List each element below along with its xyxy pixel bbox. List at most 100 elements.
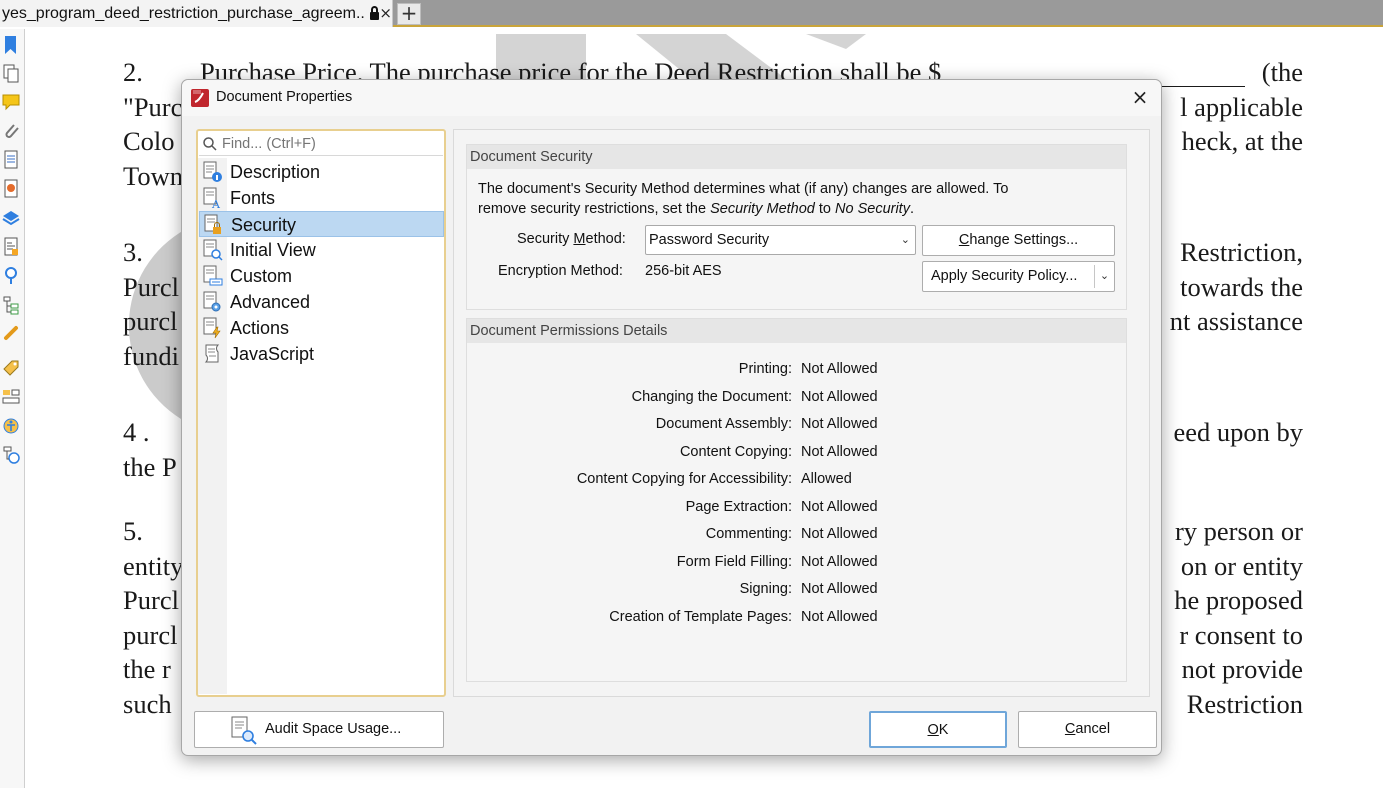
cancel-button[interactable]: Cancel xyxy=(1018,711,1157,748)
permission-value: Allowed xyxy=(801,471,852,487)
group-header: Document Permissions Details xyxy=(467,319,1126,343)
description-line: remove security restrictions, set the Se… xyxy=(478,201,914,217)
pdf-app-icon xyxy=(190,88,210,108)
nav-item-javascript[interactable]: JavaScript xyxy=(199,341,444,367)
structure-icon[interactable] xyxy=(2,295,20,315)
nav-item-label: Fonts xyxy=(230,188,276,208)
attachments-icon[interactable] xyxy=(2,121,20,141)
dialog-titlebar: Document Properties × xyxy=(182,80,1161,116)
tags-icon[interactable] xyxy=(2,358,20,378)
nav-item-security[interactable]: Security xyxy=(199,211,444,237)
permission-value: Not Allowed xyxy=(801,361,878,377)
permission-label: Document Assembly: xyxy=(655,416,792,432)
change-settings-button[interactable]: Change Settings... xyxy=(922,225,1115,256)
permission-label: Page Extraction: xyxy=(685,498,792,515)
security-content-panel: Document Security The document's Securit… xyxy=(453,129,1150,697)
permission-value: Not Allowed xyxy=(801,608,878,625)
permission-label: Content Copying: xyxy=(679,443,792,460)
search-icon xyxy=(203,136,217,151)
accessibility-icon[interactable] xyxy=(2,416,20,436)
audit-button-label: Audit Space Usage... xyxy=(265,721,402,737)
paragraph-text: nt assistance xyxy=(1169,306,1303,336)
document-permissions-group: Document Permissions Details Printing: No… xyxy=(466,318,1127,682)
nav-item-label: Description xyxy=(230,162,321,182)
permission-label: Printing: xyxy=(738,361,792,377)
nav-item-advanced[interactable]: Advanced xyxy=(199,289,444,315)
audit-space-usage-button[interactable]: Audit Space Usage... xyxy=(194,711,444,748)
tab-close-icon[interactable]: × xyxy=(379,6,392,21)
nav-item-label: Advanced xyxy=(230,292,311,312)
document-properties-dialog: Document Properties × Description A Font… xyxy=(181,79,1162,756)
paragraph-text: purcl xyxy=(123,620,178,650)
paragraph-text: Colo xyxy=(123,126,175,156)
signature-icon[interactable] xyxy=(2,179,20,199)
bookmark-icon[interactable] xyxy=(2,35,20,55)
actions-icon xyxy=(203,317,221,339)
description-line: The document's Security Method determine… xyxy=(478,181,1009,197)
paragraph-text: the P xyxy=(123,452,177,482)
paragraph-text: (the xyxy=(1261,57,1303,87)
custom-icon xyxy=(203,265,223,286)
nav-item-label: Custom xyxy=(230,266,293,286)
nav-item-label: JavaScript xyxy=(230,344,315,364)
paragraph-text: "Purc xyxy=(123,92,183,122)
javascript-icon xyxy=(204,344,220,363)
chevron-down-icon[interactable]: ⌄ xyxy=(1094,265,1114,288)
nav-list: Description A Fonts Security Initial Vie… xyxy=(198,158,444,694)
document-icon[interactable] xyxy=(2,150,20,170)
nav-search-box[interactable] xyxy=(199,132,443,156)
links-icon[interactable] xyxy=(2,324,20,344)
search-input[interactable] xyxy=(222,135,432,152)
document-tab[interactable]: yes_program_deed_restriction_purchase_ag… xyxy=(0,0,393,27)
paragraph-text: heck, at the xyxy=(1181,126,1303,156)
permission-value: Not Allowed xyxy=(801,443,878,460)
layers-icon[interactable] xyxy=(2,208,20,228)
paragraph-text: he proposed xyxy=(1174,585,1303,615)
paragraph-text: the r xyxy=(123,654,171,684)
nav-item-description[interactable]: Description xyxy=(199,159,444,185)
reading-order-icon[interactable] xyxy=(2,387,20,407)
permission-value: Not Allowed xyxy=(801,416,878,432)
description-icon xyxy=(203,161,222,182)
nav-item-custom[interactable]: Custom xyxy=(199,263,444,289)
advanced-icon xyxy=(203,291,221,312)
paragraph-text: eed upon by xyxy=(1173,417,1303,447)
initial-view-icon xyxy=(203,239,223,261)
permission-label: Creation of Template Pages: xyxy=(609,608,792,625)
apply-security-policy-button[interactable]: Apply Security Policy... ⌄ xyxy=(922,261,1115,292)
paragraph-text: Town xyxy=(123,161,183,191)
security-description: The document's Security Method determine… xyxy=(478,179,1118,219)
paragraph-number: 3. xyxy=(123,237,143,267)
permission-label: Changing the Document: xyxy=(631,388,792,405)
document-security-group: Document Security The document's Securit… xyxy=(466,144,1127,310)
svg-text:A: A xyxy=(211,198,221,209)
security-method-select[interactable]: Password Security ⌄ xyxy=(645,225,916,255)
lock-icon xyxy=(369,5,375,21)
new-tab-button[interactable]: + xyxy=(397,3,421,25)
content-icon[interactable] xyxy=(2,237,20,257)
properties-nav-panel: Description A Fonts Security Initial Vie… xyxy=(196,129,446,697)
paragraph-text: Restriction, xyxy=(1180,237,1303,267)
nav-item-initial-view[interactable]: Initial View xyxy=(199,237,444,263)
paragraph-number: 4 . xyxy=(123,417,150,447)
paragraph-text: purcl xyxy=(123,306,178,336)
paragraph-text: towards the xyxy=(1180,272,1303,302)
paragraph-text: r consent to xyxy=(1179,620,1303,650)
nav-item-fonts[interactable]: A Fonts xyxy=(199,185,444,211)
accessibility-tags-icon[interactable] xyxy=(2,445,20,465)
permission-value: Not Allowed xyxy=(801,526,878,542)
ok-button[interactable]: OK xyxy=(869,711,1007,748)
nav-item-label: Security xyxy=(231,215,297,235)
paragraph-text: Restriction xyxy=(1186,689,1303,719)
paragraph-text: on or entity xyxy=(1180,551,1303,581)
dialog-title: Document Properties xyxy=(216,89,353,105)
permission-value: Not Allowed xyxy=(801,498,878,515)
page-thumbnails-icon[interactable] xyxy=(2,64,20,84)
close-icon[interactable]: × xyxy=(1129,86,1151,108)
paragraph-text: Purcl xyxy=(123,585,179,615)
destinations-icon[interactable] xyxy=(2,266,20,286)
comments-icon[interactable] xyxy=(2,92,20,112)
fonts-icon: A xyxy=(203,187,221,209)
nav-item-actions[interactable]: Actions xyxy=(199,315,444,341)
paragraph-text: such xyxy=(123,689,172,719)
